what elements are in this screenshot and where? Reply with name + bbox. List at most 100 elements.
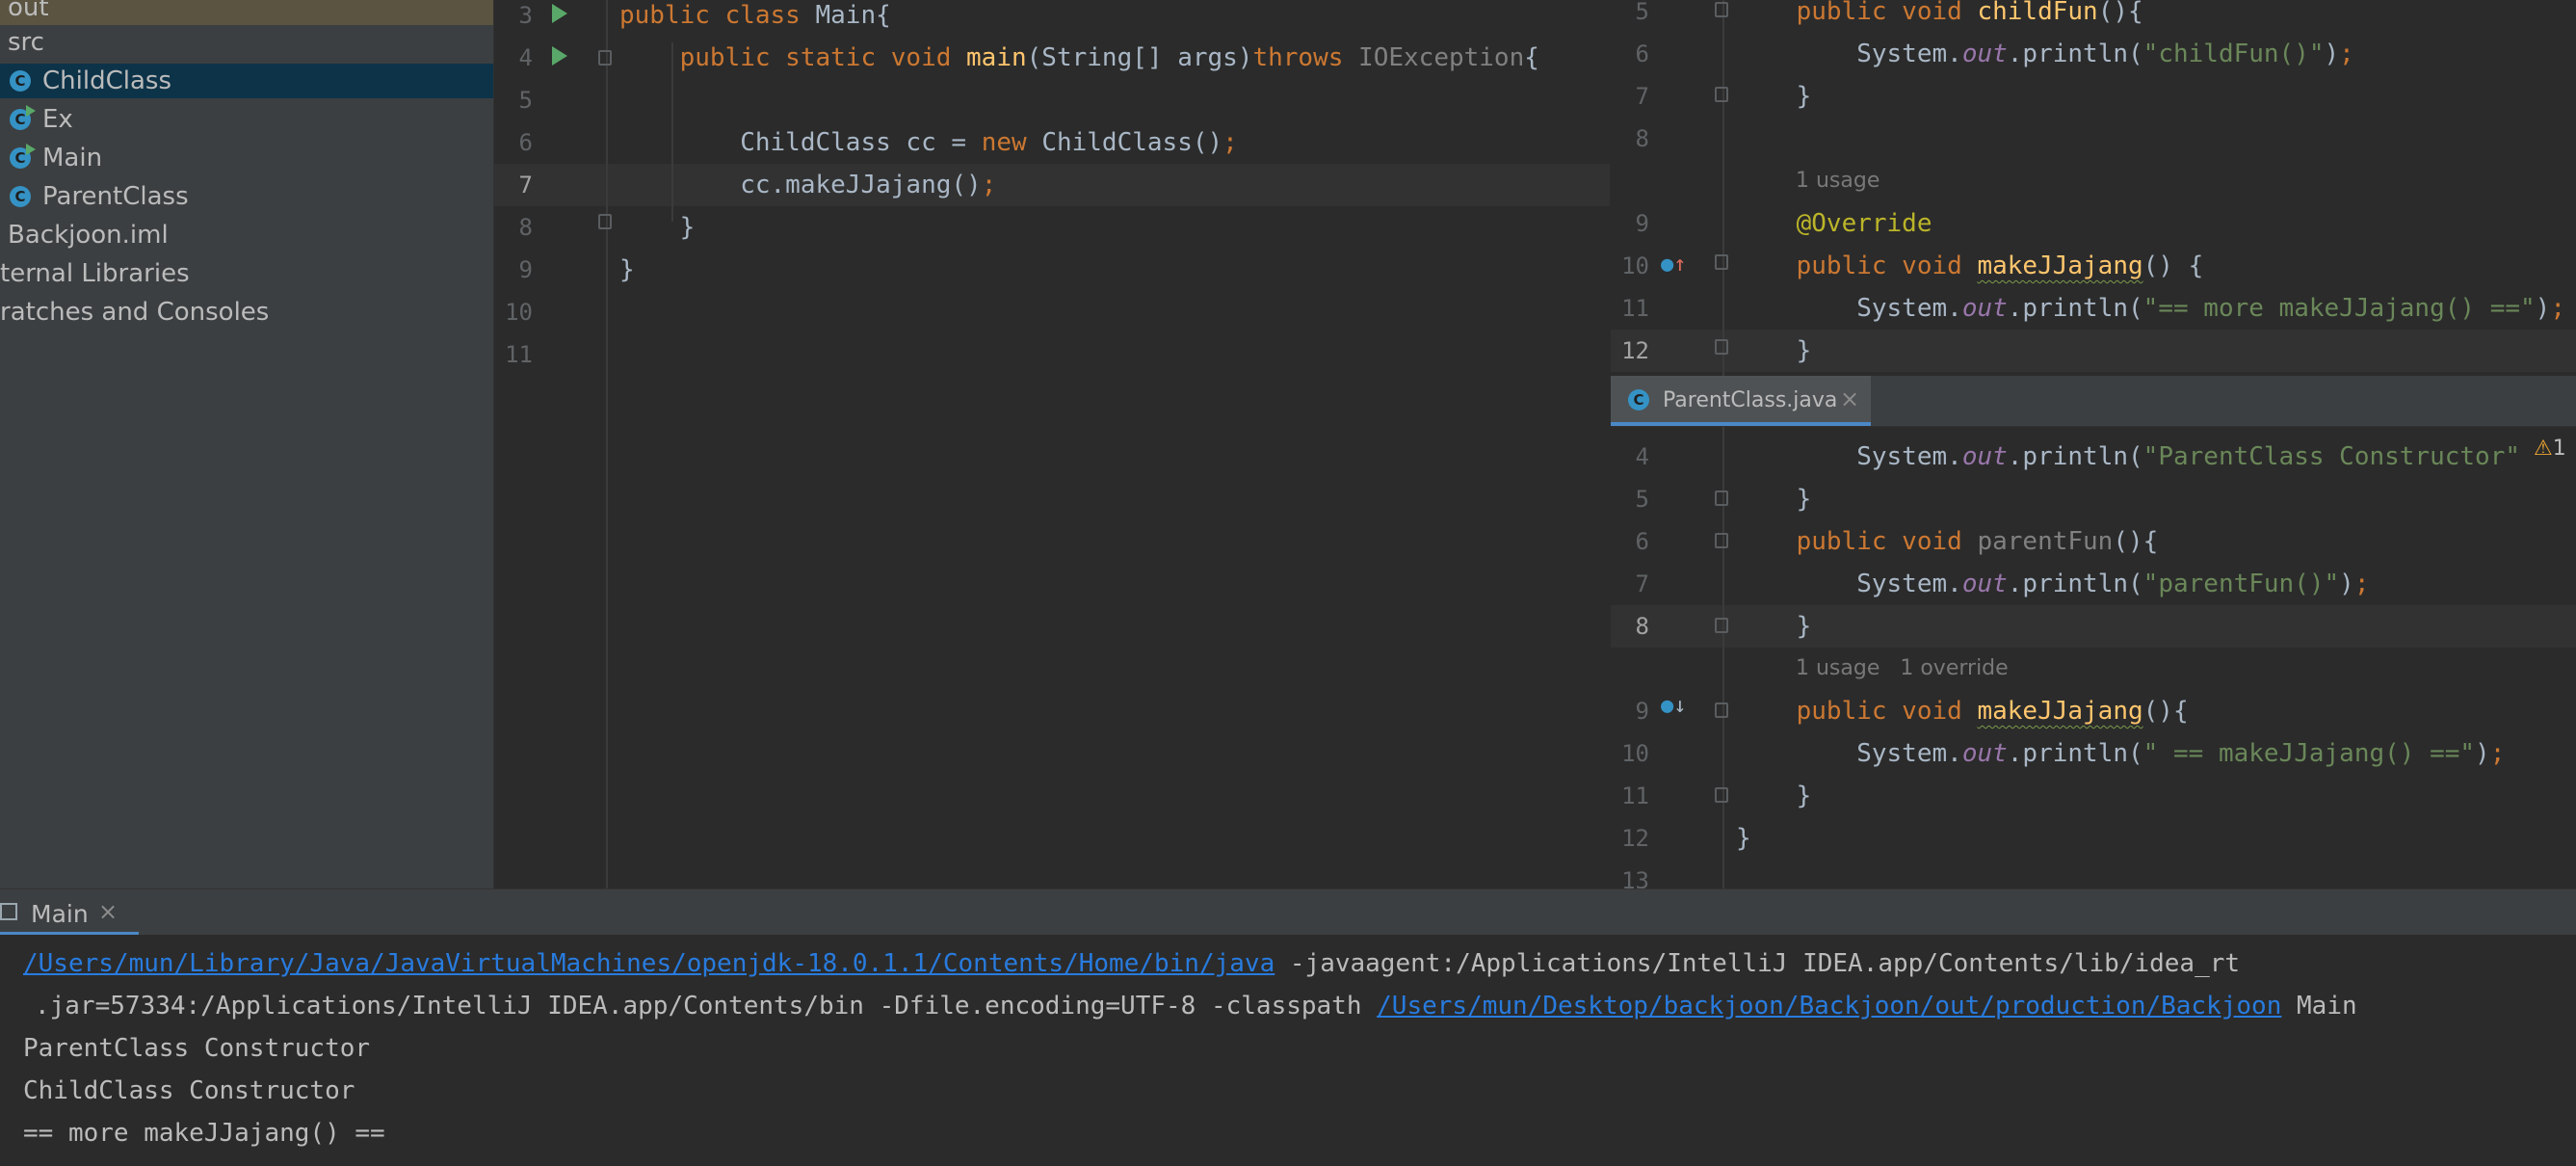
tree-item[interactable]: C ParentClass [0,179,493,214]
code-line[interactable]: 5 } [1611,478,2576,520]
overridden-method-icon[interactable]: ●↓ [1661,694,1687,718]
code-token: public void [1736,0,1978,26]
code-token: public void [1736,527,1978,556]
code-text: public void makeJJajang(){ [1736,690,2189,732]
code-token: " == makeJJajang() ==" [2142,739,2476,768]
tree-item[interactable]: out [0,0,493,25]
code-line[interactable]: 8 [1611,118,2576,160]
code-line[interactable]: 5 public void childFun(){ [1611,0,2576,33]
fold-icon[interactable] [1715,618,1728,633]
fold-icon[interactable] [1715,533,1728,548]
warning-indicator[interactable]: ⚠1 [2534,437,2566,461]
code-token: } [1736,612,1812,641]
fold-icon[interactable] [1715,490,1728,506]
code-token: ; [2353,570,2370,598]
tree-item-label: ParentClass [42,182,189,211]
code-line[interactable]: 6 System.out.println("childFun()"); [1611,33,2576,75]
tree-item[interactable]: ternal Libraries [0,256,493,291]
code-line[interactable]: 9 public void makeJJajang(){ [1611,690,2576,732]
run-gutter-icon[interactable] [552,46,567,66]
line-number: 8 [1635,613,1649,640]
code-line[interactable]: 10 [494,291,1610,333]
close-tab-icon[interactable]: × [1840,385,1859,412]
code-line[interactable]: 12 } [1611,330,2576,372]
code-line[interactable]: 10 public void makeJJajang() { [1611,245,2576,287]
fold-icon[interactable] [1715,2,1728,17]
code-line[interactable]: 6 ChildClass cc = new ChildClass(); [494,121,1610,164]
tab-parent-class[interactable]: C ParentClass.java × [1611,376,1871,426]
fold-icon[interactable] [1715,702,1728,718]
code-token: public void [1736,252,1978,280]
java-path-link[interactable]: /Users/mun/Library/Java/JavaVirtualMachi… [23,949,1275,978]
tree-item[interactable]: C Ex [0,102,493,137]
close-run-tab-icon[interactable]: × [98,898,118,925]
code-token: (){ [2113,527,2159,556]
line-number: 10 [1621,252,1649,279]
code-line[interactable]: 13 [1611,860,2576,888]
line-number: 8 [518,214,533,241]
main-editor[interactable]: 3 public class Main{4 public static void … [494,0,1610,888]
code-token: } [1736,82,1812,111]
code-line[interactable]: 7 } [1611,75,2576,118]
code-line[interactable]: 5 [494,79,1610,121]
tree-item[interactable]: C Main [0,141,493,175]
code-line[interactable]: 8 } [1611,605,2576,648]
code-token: "ParentClass Constructor" [2142,442,2521,471]
code-text: ChildClass cc = new ChildClass(); [619,121,1238,164]
gutter-divider [1722,0,1724,376]
runnable-class-icon: C [10,105,36,130]
code-text: } [1736,478,1812,520]
code-text: public void makeJJajang() { [1736,245,2204,287]
fold-icon[interactable] [598,214,612,229]
code-line[interactable]: 11 } [1611,775,2576,817]
classpath-link[interactable]: /Users/mun/Desktop/backjoon/Backjoon/out… [1377,992,2281,1020]
code-line[interactable]: 3 public class Main{ [494,0,1610,37]
child-class-editor[interactable]: 5 public void childFun(){6 System.out.pr… [1611,0,2576,376]
tree-item[interactable]: ratches and Consoles [0,295,493,330]
tree-item[interactable]: Backjoon.iml [0,218,493,252]
code-token: throws [1252,43,1359,72]
parent-class-editor[interactable]: 4 System.out.println("ParentClass Constr… [1611,427,2576,888]
fold-icon[interactable] [1715,254,1728,270]
code-hint-line[interactable]: 1 usage 1 override [1611,648,2576,690]
run-gutter-icon[interactable] [552,4,567,23]
line-number: 6 [1635,528,1649,555]
tree-item-label: Ex [42,105,73,134]
tree-item[interactable]: C ChildClass [0,64,493,98]
fold-icon[interactable] [1715,787,1728,803]
fold-icon[interactable] [598,50,612,66]
code-token: .println( [2007,40,2143,68]
line-number: 13 [1621,867,1649,888]
code-line[interactable]: 11 System.out.println("== more makeJJaja… [1611,287,2576,330]
overriding-method-icon[interactable]: ●↑ [1661,252,1687,277]
code-line[interactable]: 10 System.out.println(" == makeJJajang()… [1611,732,2576,775]
code-token: ; [2489,739,2506,768]
line-number: 7 [518,172,533,199]
console-output-line: ParentClass Constructor [23,1034,371,1063]
fold-icon[interactable] [1715,339,1728,355]
run-console[interactable]: /Users/mun/Library/Java/JavaVirtualMachi… [0,935,2576,1166]
tree-item-label: ternal Libraries [0,259,190,288]
code-hint-line[interactable]: 1 usage [1611,160,2576,202]
tree-item-label: ratches and Consoles [0,298,270,327]
code-line[interactable]: 12} [1611,817,2576,860]
code-line[interactable]: 11 [494,333,1610,376]
tab-label: ParentClass.java [1663,388,1838,412]
code-line[interactable]: 4 System.out.println("ParentClass Constr… [1611,436,2576,478]
code-line[interactable]: 8 } [494,206,1610,249]
code-text: } [619,249,635,291]
code-line[interactable]: 4 public static void main(String[] args)… [494,37,1610,79]
code-line[interactable]: 7 System.out.println("parentFun()"); [1611,563,2576,605]
warning-count: 1 [2552,437,2566,461]
code-line[interactable]: 9} [494,249,1610,291]
run-tab-main[interactable]: Main × [0,889,139,936]
code-text: public void parentFun(){ [1736,520,2159,563]
line-number: 6 [518,129,533,156]
console-text: .jar=57334:/Applications/IntelliJ IDEA.a… [35,992,1378,1020]
code-line[interactable]: 6 public void parentFun(){ [1611,520,2576,563]
fold-icon[interactable] [1715,87,1728,102]
code-line[interactable]: 9 @Override [1611,202,2576,245]
tree-item[interactable]: src [0,25,493,60]
code-token: (){ [2097,0,2143,26]
code-line[interactable]: 7 cc.makeJJajang(); [494,164,1610,206]
